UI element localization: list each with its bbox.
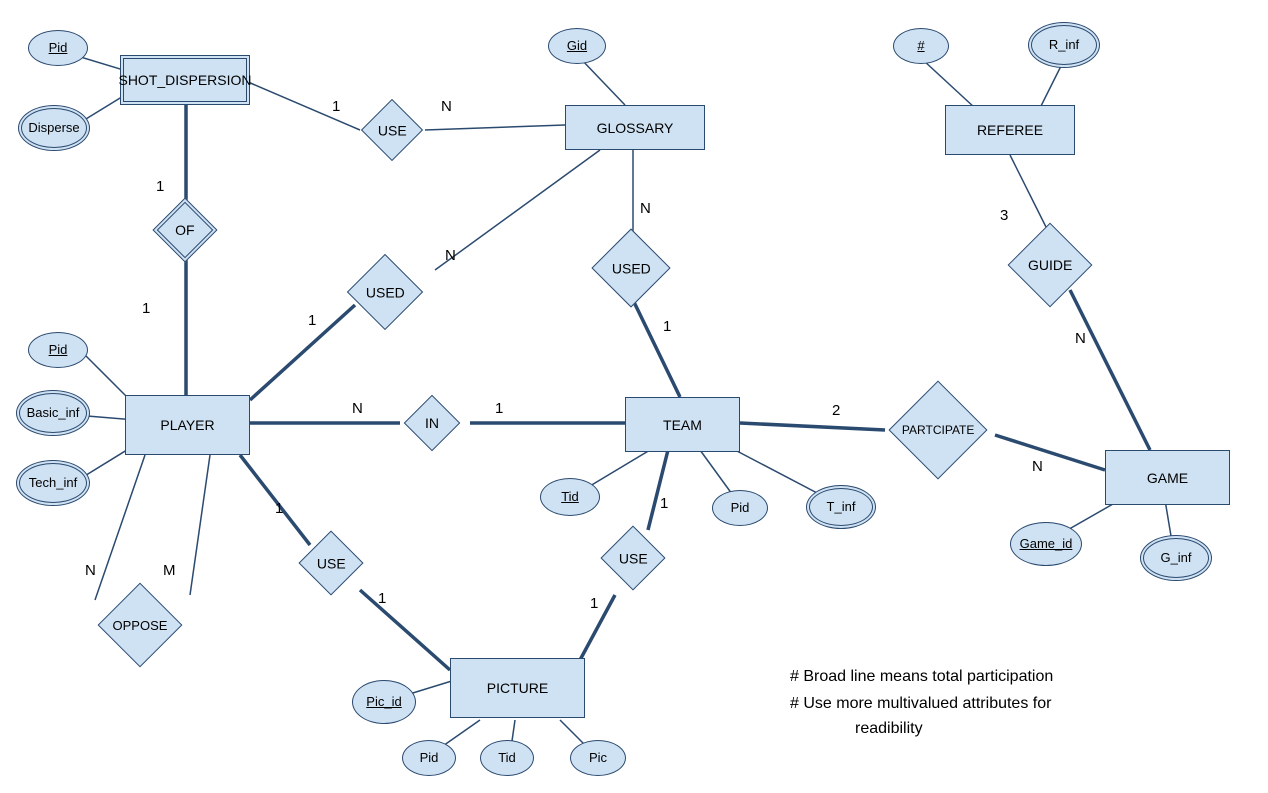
rel-label: GUIDE — [1028, 257, 1072, 273]
entity-team: TEAM — [625, 397, 740, 452]
attr-tm-tid: Tid — [540, 478, 600, 516]
rel-label: PARTCIPATE — [902, 423, 974, 437]
rel-label: USE — [317, 555, 346, 571]
entity-picture: PICTURE — [450, 658, 585, 718]
card: N — [640, 200, 651, 217]
rel-guide: GUIDE — [1008, 223, 1093, 308]
card: 1 — [663, 318, 671, 335]
card: 3 — [1000, 207, 1008, 224]
card: N — [352, 400, 363, 417]
rel-label: USE — [619, 550, 648, 566]
rel-label: USE — [378, 122, 407, 138]
card: 1 — [142, 300, 150, 317]
rel-participate: PARTCIPATE — [889, 381, 988, 480]
note-multi: # Use more multivalued attributes for — [790, 695, 1051, 713]
attr-pl-pid: Pid — [28, 332, 88, 368]
card: M — [163, 562, 176, 579]
card: 1 — [156, 178, 164, 195]
attr-gm-id: Game_id — [1010, 522, 1082, 566]
attr-sd-disperse: Disperse — [18, 105, 90, 151]
entity-label: PICTURE — [487, 680, 548, 696]
rel-label: USED — [612, 260, 651, 276]
attr-gl-gid: Gid — [548, 28, 606, 64]
card: 1 — [495, 400, 503, 417]
note-multi-2: readibility — [855, 720, 923, 738]
card: 1 — [308, 312, 316, 329]
entity-label: GAME — [1147, 470, 1188, 486]
entity-label: PLAYER — [160, 417, 214, 433]
card: N — [1075, 330, 1086, 347]
card: 1 — [275, 500, 283, 517]
attr-pic-id: Pic_id — [352, 680, 416, 724]
card: 1 — [378, 590, 386, 607]
entity-label: GLOSSARY — [597, 120, 674, 136]
attr-pic-tid: Tid — [480, 740, 534, 776]
rel-oppose: OPPOSE — [98, 583, 183, 668]
card: 1 — [590, 595, 598, 612]
rel-of: OF — [152, 197, 217, 262]
rel-label: OPPOSE — [113, 617, 168, 632]
card: N — [85, 562, 96, 579]
attr-ref-num: # — [893, 28, 949, 64]
note-total: # Broad line means total participation — [790, 668, 1053, 686]
rel-label: IN — [425, 415, 439, 431]
card: N — [441, 98, 452, 115]
card: N — [445, 247, 456, 264]
rel-in: IN — [404, 395, 461, 452]
card: 1 — [332, 98, 340, 115]
entity-label: REFEREE — [977, 122, 1043, 138]
card: 1 — [660, 495, 668, 512]
attr-sd-pid: Pid — [28, 30, 88, 66]
rel-use-tm-pic: USE — [600, 525, 665, 590]
entity-label: SHOT_DISPERSION — [118, 72, 251, 88]
attr-tm-tinf: T_inf — [806, 485, 876, 529]
attr-pic-pid: Pid — [402, 740, 456, 776]
rel-use-pl-pic: USE — [298, 530, 363, 595]
card: 2 — [832, 402, 840, 419]
rel-label: OF — [175, 222, 194, 238]
er-diagram: SHOT_DISPERSION GLOSSARY REFEREE PLAYER … — [0, 0, 1268, 793]
attr-tm-pid: Pid — [712, 490, 768, 526]
entity-player: PLAYER — [125, 395, 250, 455]
attr-ref-rinf: R_inf — [1028, 22, 1100, 68]
entity-glossary: GLOSSARY — [565, 105, 705, 150]
entity-game: GAME — [1105, 450, 1230, 505]
rel-label: USED — [366, 284, 405, 300]
entity-referee: REFEREE — [945, 105, 1075, 155]
attr-gm-inf: G_inf — [1140, 535, 1212, 581]
attr-pl-tech: Tech_inf — [16, 460, 90, 506]
attr-pic-pic: Pic — [570, 740, 626, 776]
attr-pl-basic: Basic_inf — [16, 390, 90, 436]
rel-use-sd-gl: USE — [361, 99, 423, 161]
entity-label: TEAM — [663, 417, 702, 433]
rel-used-pl-gl: USED — [347, 254, 423, 330]
entity-shot-dispersion: SHOT_DISPERSION — [120, 55, 250, 105]
card: N — [1032, 458, 1043, 475]
rel-used-tm-gl: USED — [591, 228, 670, 307]
